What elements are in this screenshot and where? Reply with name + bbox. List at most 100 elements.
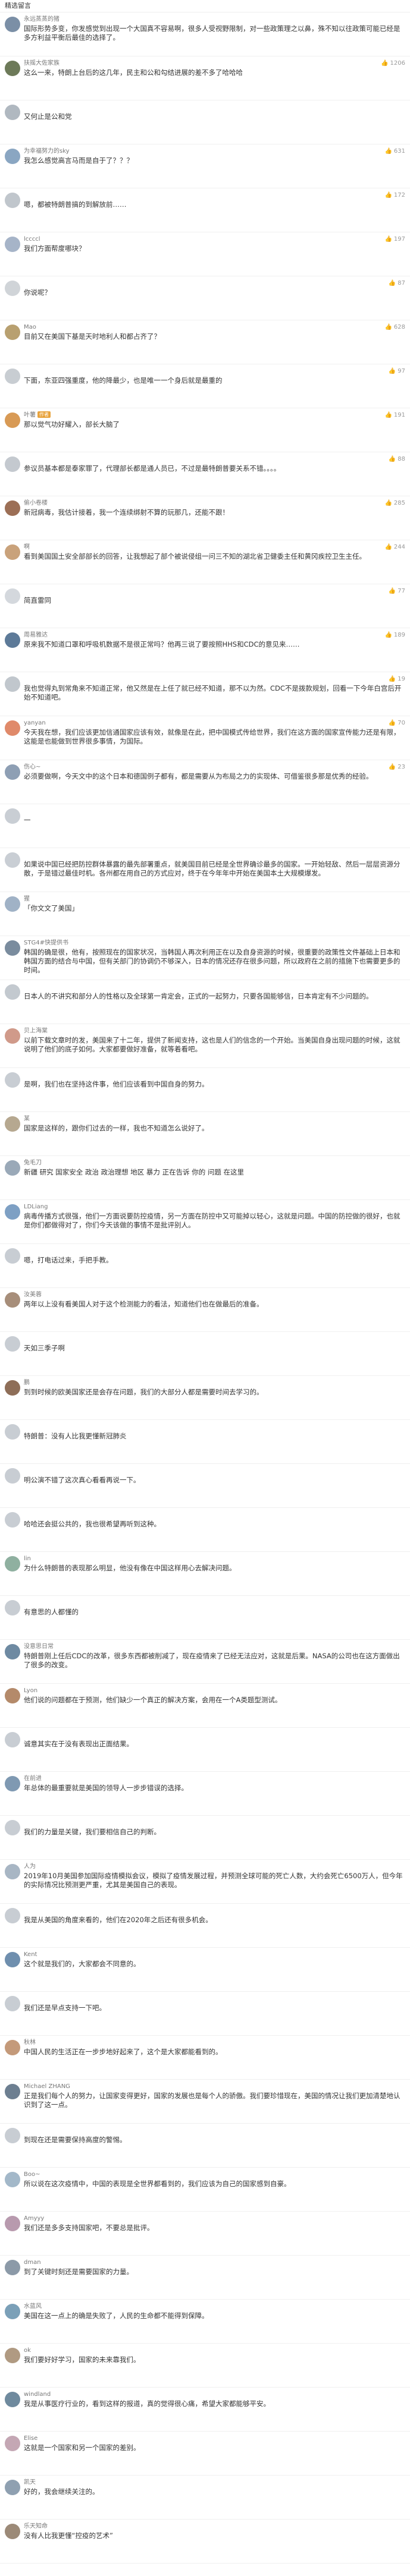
author-name[interactable]: Boo~ <box>24 2171 40 2178</box>
avatar[interactable] <box>5 764 20 780</box>
like-button[interactable]: 👍 1206 <box>381 59 405 67</box>
comment-author[interactable]: 贝上海棠 <box>24 1027 405 1035</box>
author-name[interactable]: lin <box>24 1555 31 1562</box>
avatar[interactable] <box>5 1820 20 1835</box>
comment-author[interactable]: 扶摇大佐家族 <box>24 59 405 67</box>
comment-author[interactable]: dman <box>24 2259 405 2266</box>
avatar[interactable] <box>5 369 20 384</box>
comment-author[interactable]: 兔毛刀 <box>24 1159 405 1167</box>
avatar[interactable] <box>5 2392 20 2407</box>
comment-author[interactable] <box>24 675 405 683</box>
avatar[interactable] <box>5 456 20 472</box>
author-name[interactable]: 永远蒸蒸的猪 <box>24 16 60 23</box>
like-button[interactable]: 👍 191 <box>384 411 405 419</box>
comment-author[interactable] <box>24 1071 405 1079</box>
avatar[interactable] <box>5 237 20 252</box>
avatar[interactable] <box>5 2084 20 2099</box>
comment-author[interactable]: yanyan <box>24 719 405 727</box>
author-name[interactable]: 叶薯 <box>24 412 36 418</box>
author-name[interactable]: 秋林 <box>24 2039 36 2046</box>
like-button[interactable]: 👍 628 <box>384 323 405 331</box>
comment-author[interactable] <box>24 1423 405 1431</box>
author-name[interactable]: 某 <box>24 1116 30 1122</box>
avatar[interactable] <box>5 500 20 516</box>
like-button[interactable]: 👍 77 <box>389 587 405 595</box>
avatar[interactable] <box>5 544 20 560</box>
author-name[interactable]: 鹏 <box>24 1380 30 1386</box>
comment-author[interactable] <box>24 587 405 595</box>
author-name[interactable]: STG4#快提供书 <box>24 940 68 946</box>
comment-author[interactable]: 猩 <box>24 895 405 903</box>
like-button[interactable]: 👍 70 <box>389 719 405 727</box>
comment-author[interactable] <box>24 1599 405 1607</box>
like-button[interactable]: 👍 285 <box>384 499 405 507</box>
author-name[interactable]: Lyon <box>24 1687 37 1694</box>
avatar[interactable] <box>5 1116 20 1132</box>
author-name[interactable]: 贝上海棠 <box>24 1028 48 1034</box>
author-name[interactable]: 周易雅达 <box>24 632 48 638</box>
comment-author[interactable] <box>24 851 405 859</box>
comment-author[interactable] <box>24 1907 405 1914</box>
author-name[interactable]: 人为 <box>24 1863 36 1870</box>
author-name[interactable]: 啊 <box>24 544 30 550</box>
avatar[interactable] <box>5 2128 20 2143</box>
avatar[interactable] <box>5 1952 20 1967</box>
comment-author[interactable] <box>24 367 405 375</box>
comment-author[interactable]: 没意思日常 <box>24 1643 405 1651</box>
avatar[interactable] <box>5 1160 20 1176</box>
comment-author[interactable]: LDLiang <box>24 1203 405 1211</box>
avatar[interactable] <box>5 2172 20 2187</box>
author-name[interactable]: windland <box>24 2391 51 2398</box>
comment-author[interactable]: 凯天 <box>24 2479 405 2486</box>
comment-author[interactable]: 伤心~ <box>24 763 405 771</box>
like-button[interactable]: 👍 244 <box>384 543 405 551</box>
comment-author[interactable]: 叶薯 作者 <box>24 411 405 419</box>
avatar[interactable] <box>5 940 20 956</box>
avatar[interactable] <box>5 632 20 648</box>
comment-author[interactable]: Kent <box>24 1951 405 1958</box>
comment-author[interactable]: Mao <box>24 323 405 331</box>
author-name[interactable]: dman <box>24 2259 41 2266</box>
author-name[interactable]: yanyan <box>24 720 46 726</box>
author-name[interactable]: 汝美蓉 <box>24 1292 42 1298</box>
like-button[interactable]: 👍 19 <box>389 675 405 683</box>
author-name[interactable]: 乐天知命 <box>24 2523 48 2530</box>
avatar[interactable] <box>5 1380 20 1396</box>
comment-author[interactable]: 人为 <box>24 1863 405 1870</box>
avatar[interactable] <box>5 1336 20 1352</box>
avatar[interactable] <box>5 1556 20 1572</box>
comment-author[interactable]: 某 <box>24 1115 405 1123</box>
like-button[interactable]: 👍 87 <box>389 279 405 287</box>
comment-author[interactable]: 水蓝风 <box>24 2303 405 2310</box>
author-name[interactable]: Amyyy <box>24 2215 44 2222</box>
like-button[interactable]: 👍 631 <box>384 147 405 155</box>
comment-author[interactable] <box>24 191 405 199</box>
comment-author[interactable]: 周易雅达 <box>24 631 405 639</box>
avatar[interactable] <box>5 1864 20 1879</box>
avatar[interactable] <box>5 105 20 120</box>
comment-author[interactable]: Amyyy <box>24 2215 405 2222</box>
comment-author[interactable]: Michael ZHANG <box>24 2083 405 2090</box>
avatar[interactable] <box>5 852 20 868</box>
comment-author[interactable] <box>24 1731 405 1739</box>
avatar[interactable] <box>5 1512 20 1528</box>
comment-author[interactable]: ok <box>24 2347 405 2354</box>
comment-author[interactable] <box>24 2127 405 2134</box>
author-name[interactable]: Mao <box>24 324 36 330</box>
avatar[interactable] <box>5 2524 20 2539</box>
avatar[interactable] <box>5 1688 20 1703</box>
comment-author[interactable]: windland <box>24 2391 405 2398</box>
comment-author[interactable]: 啊 <box>24 543 405 551</box>
author-name[interactable]: lccccl <box>24 236 40 243</box>
author-name[interactable]: LDLiang <box>24 1204 48 1210</box>
comment-author[interactable]: 为幸福努力的sky <box>24 147 405 155</box>
comment-author[interactable]: 秋林 <box>24 2039 405 2046</box>
avatar[interactable] <box>5 2216 20 2231</box>
avatar[interactable] <box>5 720 20 736</box>
avatar[interactable] <box>5 61 20 76</box>
avatar[interactable] <box>5 1072 20 1088</box>
comment-author[interactable]: 偷小卷楼 <box>24 499 405 507</box>
comment-author[interactable] <box>24 807 405 815</box>
author-name[interactable]: 在前进 <box>24 1775 42 1782</box>
comment-author[interactable] <box>24 983 405 991</box>
